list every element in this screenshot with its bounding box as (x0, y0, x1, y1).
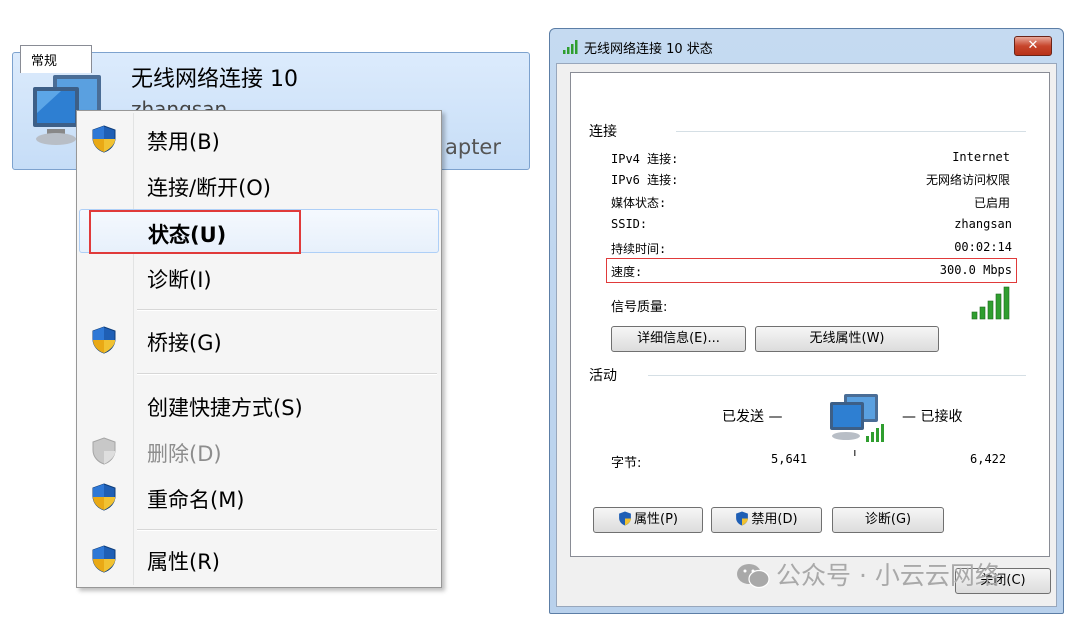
adapter-name: 无线网络连接 10 (131, 67, 298, 92)
context-menu: 禁用(B) 连接/断开(O) 状态(U) 诊断(I) 桥接(G) 创建快捷方式(… (76, 110, 442, 588)
ipv4-value: Internet (952, 150, 1010, 164)
properties-button-label: 属性(P) (634, 512, 678, 527)
menu-item-connect-disconnect[interactable]: 连接/断开(O) (79, 163, 439, 207)
duration-value: 00:02:14 (954, 240, 1012, 254)
sent-label: 已发送 — (722, 409, 783, 425)
ipv4-label: IPv4 连接: (611, 152, 679, 166)
network-activity-icon (830, 394, 884, 456)
wireless-signal-icon (563, 40, 578, 54)
menu-item-label: 诊断(I) (147, 268, 212, 292)
watermark-text: 公众号 · 小云云网络 (776, 561, 1000, 590)
uac-shield-icon (92, 483, 116, 511)
signal-quality-label: 信号质量: (611, 300, 668, 315)
menu-item-rename[interactable]: 重命名(M) (79, 475, 439, 519)
bytes-received-value: 6,422 (970, 452, 1007, 466)
uac-shield-icon (619, 511, 631, 526)
media-state-label: 媒体状态: (611, 196, 667, 210)
adapter-ssid: zhangsan (131, 97, 228, 111)
uac-shield-icon (92, 326, 116, 354)
menu-item-diagnose[interactable]: 诊断(I) (79, 255, 439, 299)
menu-separator (137, 309, 437, 311)
highlight-annotation-status (89, 210, 301, 254)
wireless-properties-button[interactable]: 无线属性(W) (755, 326, 939, 352)
menu-item-label: 连接/断开(O) (147, 176, 271, 200)
adapter-device-type: apter (445, 135, 501, 159)
received-label: — 已接收 (902, 409, 963, 425)
bytes-label: 字节: (611, 456, 642, 471)
menu-item-label: 桥接(G) (147, 331, 222, 355)
ssid-label: SSID: (611, 217, 648, 231)
uac-shield-icon (92, 125, 116, 153)
properties-button[interactable]: 属性(P) (593, 507, 703, 533)
dialog-title: 无线网络连接 10 状态 (584, 42, 713, 57)
menu-item-label: 删除(D) (147, 442, 222, 466)
menu-item-bridge[interactable]: 桥接(G) (79, 318, 439, 362)
details-button[interactable]: 详细信息(E)... (611, 326, 746, 352)
menu-item-properties[interactable]: 属性(R) (79, 537, 439, 581)
menu-item-create-shortcut[interactable]: 创建快捷方式(S) (79, 383, 439, 427)
group-divider (648, 375, 1026, 376)
uac-shield-icon (92, 545, 116, 573)
menu-item-disable[interactable]: 禁用(B) (79, 117, 439, 161)
duration-label: 持续时间: (611, 242, 667, 256)
menu-item-delete: 删除(D) (79, 429, 439, 473)
menu-separator (137, 373, 437, 375)
connection-group-heading: 连接 (589, 121, 623, 141)
disable-button-label: 禁用(D) (751, 512, 798, 527)
bytes-sent-value: 5,641 (771, 452, 808, 466)
ssid-value: zhangsan (954, 217, 1012, 231)
signal-strength-icon (971, 286, 1010, 320)
tab-general[interactable]: 常规 (20, 45, 92, 73)
uac-shield-icon (92, 437, 116, 465)
close-window-button[interactable]: ✕ (1014, 36, 1052, 56)
ipv6-label: IPv6 连接: (611, 173, 679, 187)
menu-item-label: 禁用(B) (147, 130, 220, 154)
menu-item-label: 重命名(M) (147, 488, 245, 512)
activity-group-heading: 活动 (589, 365, 623, 385)
wechat-icon (737, 564, 770, 589)
disable-button[interactable]: 禁用(D) (711, 507, 822, 533)
group-divider (676, 131, 1026, 132)
diagnose-button[interactable]: 诊断(G) (832, 507, 944, 533)
media-state-value: 已启用 (973, 196, 1010, 210)
highlight-annotation-speed (606, 258, 1017, 283)
menu-separator (137, 529, 437, 531)
ipv6-value: 无网络访问权限 (925, 173, 1010, 187)
uac-shield-icon (736, 511, 749, 526)
menu-item-label: 创建快捷方式(S) (147, 396, 303, 420)
menu-item-label: 属性(R) (147, 550, 220, 574)
